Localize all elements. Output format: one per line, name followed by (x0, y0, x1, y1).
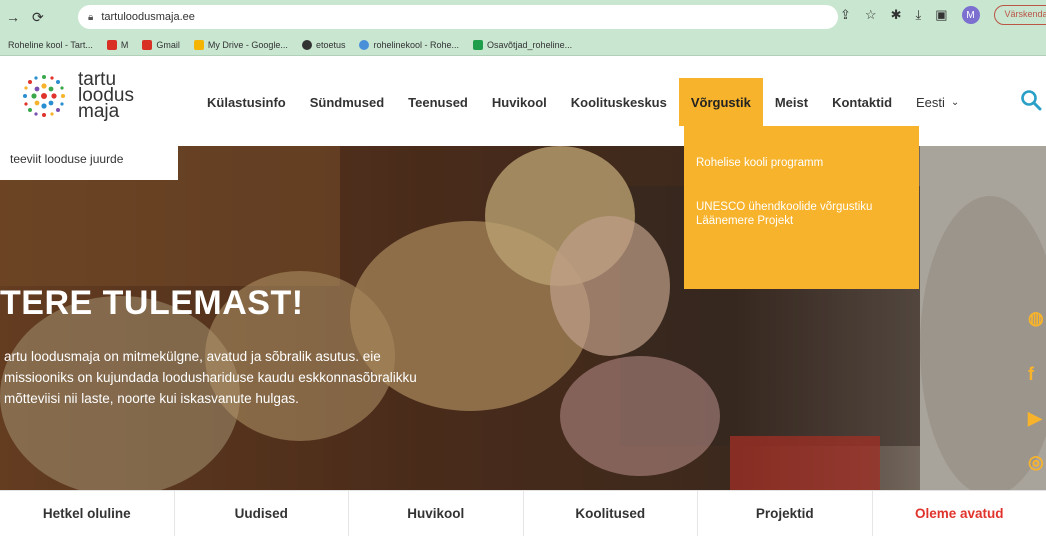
browser-nav: → ⟳ (0, 9, 76, 26)
dropdown-item-rohelise-kooli[interactable]: Rohelise kooli programm (696, 156, 909, 170)
drive-icon (193, 39, 204, 50)
update-button[interactable]: Värskenda (993, 5, 1046, 25)
browser-actions: ⇪ ☆ ✱ ⤓ ▣ M Värskenda (840, 5, 1046, 25)
bookmark-item[interactable]: Gmail (142, 39, 180, 50)
youtube-icon[interactable]: ▶ (1028, 408, 1046, 429)
nav-item-meist[interactable]: Meist (763, 78, 820, 126)
profile-avatar[interactable]: M (961, 6, 980, 24)
globe-icon (301, 39, 312, 50)
nav-item-koolituskeskus[interactable]: Koolituskeskus (559, 78, 679, 126)
nav-dropdown-vorgustik: Rohelise kooli programm UNESCO ühendkool… (684, 126, 919, 289)
bookmark-item[interactable]: My Drive - Google... (193, 39, 288, 50)
extensions-icon[interactable]: ✱ (891, 7, 902, 23)
tab-uudised[interactable]: Uudised (175, 491, 349, 536)
download-icon[interactable]: ⤓ (915, 7, 921, 23)
chevron-down-icon: ⌄ (950, 96, 960, 108)
sheets-icon (473, 39, 484, 50)
nav-item-teenused[interactable]: Teenused (396, 78, 480, 126)
main-nav: Külastusinfo Sündmused Teenused Huvikool… (195, 78, 971, 126)
browser-toolbar: → ⟳ 🔒︎ tartuloodusmaja.ee ⇪ ☆ ✱ ⤓ ▣ M Vä… (0, 0, 1046, 34)
star-icon[interactable]: ☆ (865, 7, 877, 23)
nav-item-kontaktid[interactable]: Kontaktid (820, 78, 904, 126)
tab-hetkel-oluline[interactable]: Hetkel oluline (0, 491, 175, 536)
logo-mark-icon (23, 75, 65, 117)
tab-projektid[interactable]: Projektid (698, 491, 873, 536)
lock-icon: 🔒︎ (88, 11, 94, 23)
nav-item-vorgustik[interactable]: Võrgustik (678, 78, 763, 126)
site-icon (359, 39, 370, 50)
bookmark-item[interactable]: etoetus (301, 39, 345, 50)
logo-wordmark: tartu loodus maja (78, 69, 134, 122)
mail-icon (106, 39, 117, 50)
reload-icon[interactable]: ⟳ (32, 9, 44, 26)
hero-title: TERE TULEMAST! (0, 284, 304, 322)
tab-oleme-avatud[interactable]: Oleme avatud (873, 491, 1046, 536)
share-icon[interactable]: ⇪ (840, 7, 851, 23)
sidepanel-icon[interactable]: ▣ (935, 7, 947, 23)
language-selector[interactable]: Eesti ⌄ (904, 78, 971, 126)
url-text: tartuloodusmaja.ee (101, 11, 195, 23)
nav-item-sundmused[interactable]: Sündmused (298, 78, 396, 126)
bookmark-item[interactable]: Roheline kool - Tart... (8, 40, 93, 50)
site-tagline: teeviit looduse juurde (0, 146, 178, 180)
bookmark-item[interactable]: M (106, 39, 128, 50)
bookmark-item[interactable]: rohelinekool - Rohe... (359, 39, 459, 50)
tab-koolitused[interactable]: Koolitused (524, 491, 698, 536)
quick-links-bar: Hetkel oluline Uudised Huvikool Koolitus… (0, 490, 1046, 536)
instagram-icon[interactable]: ◎ (1028, 452, 1046, 473)
social-icon[interactable]: ◍ (1028, 308, 1046, 329)
hero-description: artu loodusmaja on mitmekülgne, avatud j… (4, 349, 417, 406)
facebook-icon[interactable]: f (1028, 364, 1046, 385)
nav-item-huvikool[interactable]: Huvikool (480, 78, 559, 126)
dropdown-item-unesco[interactable]: UNESCO ühendkoolide võrgustiku Läänemere… (696, 200, 909, 228)
search-icon[interactable] (1020, 89, 1042, 111)
forward-icon[interactable]: → (6, 9, 20, 25)
gmail-icon (142, 39, 153, 50)
bookmarks-bar: Roheline kool - Tart... M Gmail My Drive… (0, 34, 1046, 56)
nav-item-kulastusinfo[interactable]: Külastusinfo (195, 78, 298, 126)
site-logo[interactable]: tartu loodus maja (16, 68, 134, 124)
address-bar[interactable]: 🔒︎ tartuloodusmaja.ee (78, 5, 838, 29)
tab-huvikool[interactable]: Huvikool (349, 491, 524, 536)
bookmark-item[interactable]: Osavõtjad_roheline... (473, 39, 572, 50)
